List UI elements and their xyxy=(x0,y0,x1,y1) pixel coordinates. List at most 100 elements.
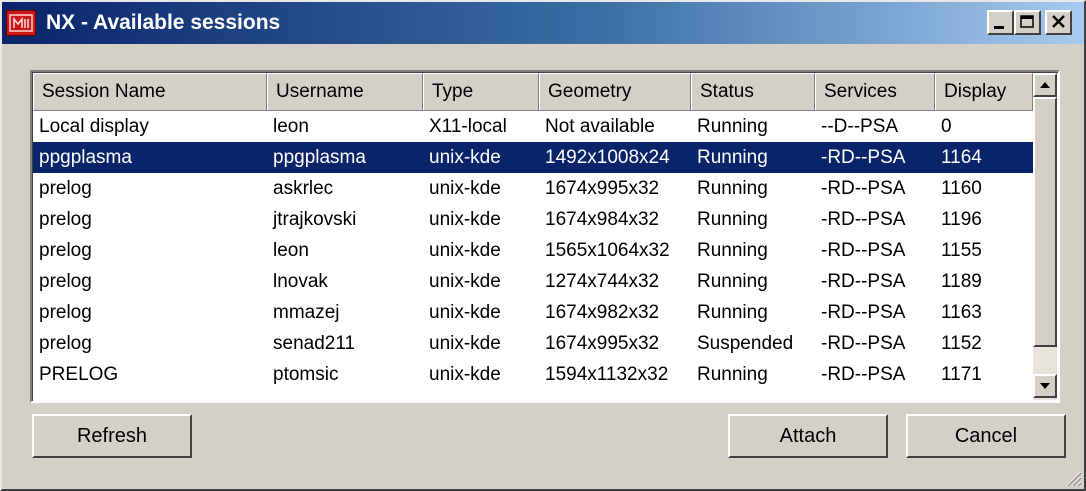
title-bar[interactable]: NX - Available sessions xyxy=(2,2,1084,44)
column-header-services[interactable]: Services xyxy=(815,73,935,111)
username-cell: leon xyxy=(273,240,309,261)
services-cell: --D--PSA xyxy=(821,116,899,137)
status-cell: Running xyxy=(697,209,768,230)
table-row[interactable]: ppgplasma ppgplasma unix-kde 1492x1008x24 Ru… xyxy=(33,142,1033,173)
type-cell: unix-kde xyxy=(429,147,501,168)
type-cell: unix-kde xyxy=(429,302,501,323)
status-cell: Running xyxy=(697,116,768,137)
scroll-down-button[interactable] xyxy=(1033,374,1057,398)
display-cell: 1164 xyxy=(941,147,982,168)
services-cell: -RD--PSA xyxy=(821,209,906,230)
table-row[interactable]: prelog jtrajkovski unix-kde 1674x984x32 Runn… xyxy=(33,204,1033,235)
geometry-cell: 1674x995x32 xyxy=(545,178,660,199)
maximize-icon xyxy=(1020,15,1034,28)
scroll-thumb[interactable] xyxy=(1033,97,1057,347)
username-cell: ppgplasma xyxy=(273,147,366,168)
geometry-cell: 1565x1064x32 xyxy=(545,240,670,261)
display-cell: 1196 xyxy=(941,209,982,230)
type-cell: unix-kde xyxy=(429,178,501,199)
display-cell: 1189 xyxy=(941,271,982,292)
display-cell: 0 xyxy=(941,116,952,137)
type-cell: unix-kde xyxy=(429,240,501,261)
refresh-button[interactable]: Refresh xyxy=(32,414,192,458)
cancel-button[interactable]: Cancel xyxy=(906,414,1066,458)
services-cell: -RD--PSA xyxy=(821,364,906,385)
type-cell: unix-kde xyxy=(429,271,501,292)
type-cell: X11-local xyxy=(429,116,507,137)
column-header-geometry[interactable]: Geometry xyxy=(539,73,691,111)
username-cell: mmazej xyxy=(273,302,340,323)
geometry-cell: 1274x744x32 xyxy=(545,271,660,292)
minimize-icon xyxy=(994,26,1004,29)
resize-grip-icon[interactable] xyxy=(1064,469,1082,487)
table-row[interactable]: Local display leon X11-local Not available R… xyxy=(33,111,1033,142)
status-cell: Running xyxy=(697,364,768,385)
table-row[interactable]: prelog lnovak unix-kde 1274x744x32 Running -R… xyxy=(33,266,1033,297)
arrow-down-icon xyxy=(1040,383,1050,389)
nx-app-icon xyxy=(6,10,36,36)
session-name-cell: prelog xyxy=(39,178,92,199)
display-cell: 1155 xyxy=(941,240,982,261)
column-headers: Session Name Username Type Geometry Stat… xyxy=(33,73,1033,111)
geometry-cell: 1492x1008x24 xyxy=(545,147,670,168)
session-name-cell: Local display xyxy=(39,116,149,137)
table-row[interactable]: prelog mmazej unix-kde 1674x982x32 Running -R… xyxy=(33,297,1033,328)
display-cell: 1152 xyxy=(941,333,982,354)
services-cell: -RD--PSA xyxy=(821,302,906,323)
geometry-cell: 1594x1132x32 xyxy=(545,364,669,385)
status-cell: Suspended xyxy=(697,333,794,354)
session-name-cell: prelog xyxy=(39,333,92,354)
session-name-cell: prelog xyxy=(39,209,92,230)
scroll-up-button[interactable] xyxy=(1033,73,1057,97)
type-cell: unix-kde xyxy=(429,209,501,230)
geometry-cell: 1674x984x32 xyxy=(545,209,660,230)
status-cell: Running xyxy=(697,240,768,261)
geometry-cell: 1674x995x32 xyxy=(545,333,660,354)
column-header-status[interactable]: Status xyxy=(691,73,815,111)
table-row[interactable]: prelog senad211 unix-kde 1674x995x32 Suspend… xyxy=(33,328,1033,359)
column-header-type[interactable]: Type xyxy=(423,73,539,111)
session-name-cell: ppgplasma xyxy=(39,147,132,168)
session-name-cell: prelog xyxy=(39,271,92,292)
display-cell: 1171 xyxy=(941,364,982,385)
services-cell: -RD--PSA xyxy=(821,147,906,168)
services-cell: -RD--PSA xyxy=(821,240,906,261)
type-cell: unix-kde xyxy=(429,364,501,385)
column-header-display[interactable]: Display xyxy=(935,73,1033,111)
status-cell: Running xyxy=(697,271,768,292)
session-name-cell: prelog xyxy=(39,240,92,261)
status-cell: Running xyxy=(697,302,768,323)
sessions-list[interactable]: Session Name Username Type Geometry Stat… xyxy=(30,70,1060,403)
status-cell: Running xyxy=(697,178,768,199)
window-title: NX - Available sessions xyxy=(46,11,281,34)
username-cell: askrlec xyxy=(273,178,334,199)
type-cell: unix-kde xyxy=(429,333,501,354)
username-cell: leon xyxy=(273,116,309,137)
username-cell: lnovak xyxy=(273,271,328,292)
column-header-username[interactable]: Username xyxy=(267,73,423,111)
display-cell: 1160 xyxy=(941,178,982,199)
username-cell: ptomsic xyxy=(273,364,339,385)
session-name-cell: PRELOG xyxy=(39,364,119,385)
username-cell: senad211 xyxy=(273,333,356,354)
attach-button[interactable]: Attach xyxy=(728,414,888,458)
minimize-button[interactable] xyxy=(987,10,1014,35)
nx-sessions-window: NX - Available sessions Session Name Use… xyxy=(0,0,1086,491)
maximize-button[interactable] xyxy=(1014,10,1041,35)
services-cell: -RD--PSA xyxy=(821,271,906,292)
geometry-cell: 1674x982x32 xyxy=(545,302,660,323)
display-cell: 1163 xyxy=(941,302,982,323)
table-row[interactable]: prelog askrlec unix-kde 1674x995x32 Running -… xyxy=(33,173,1033,204)
column-header-session-name[interactable]: Session Name xyxy=(33,73,267,111)
vertical-scrollbar[interactable] xyxy=(1033,73,1057,400)
table-row[interactable]: PRELOG ptomsic unix-kde 1594x1132x32 Running… xyxy=(33,359,1033,390)
close-button[interactable] xyxy=(1045,10,1072,35)
services-cell: -RD--PSA xyxy=(821,178,906,199)
geometry-cell: Not available xyxy=(545,116,655,137)
username-cell: jtrajkovski xyxy=(273,209,357,230)
close-icon xyxy=(1052,15,1065,28)
arrow-up-icon xyxy=(1040,82,1050,88)
table-row[interactable]: prelog leon unix-kde 1565x1064x32 Running -RD… xyxy=(33,235,1033,266)
status-cell: Running xyxy=(697,147,768,168)
services-cell: -RD--PSA xyxy=(821,333,906,354)
